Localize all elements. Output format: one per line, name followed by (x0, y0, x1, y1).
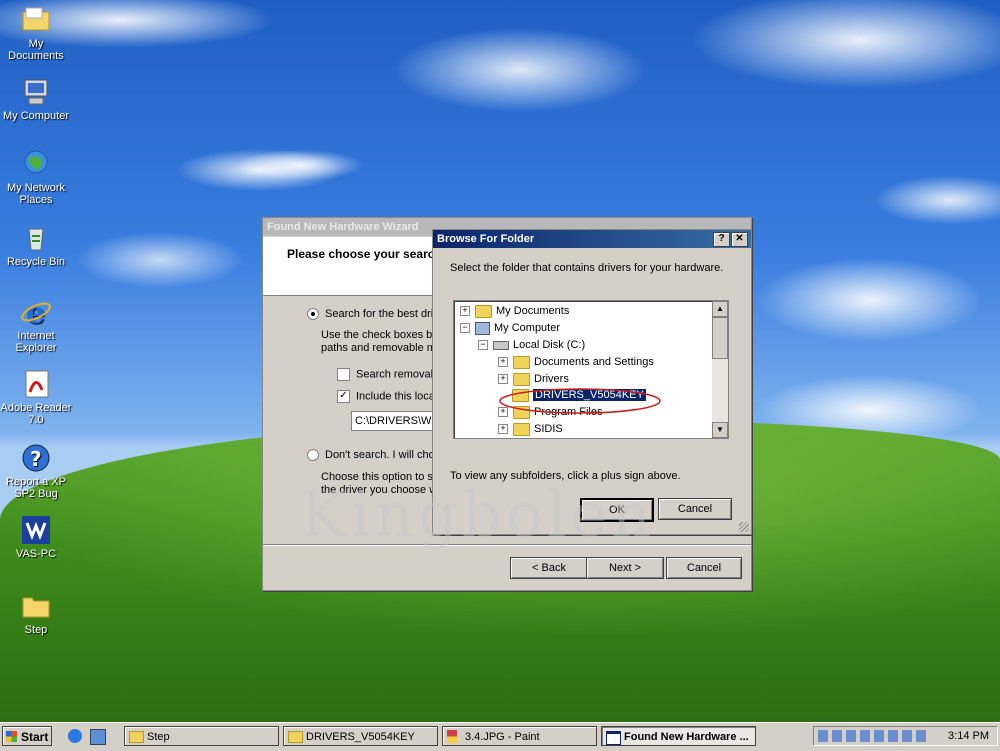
close-button[interactable]: ✕ (731, 232, 748, 247)
expand-icon: + (460, 306, 470, 317)
help-button[interactable]: ? (713, 232, 730, 247)
desktop-icon-recycle-bin[interactable]: Recycle Bin (0, 222, 72, 268)
desktop-icon-adobe-reader[interactable]: Adobe Reader 7.0 (0, 368, 72, 426)
back-button[interactable]: < Back (510, 557, 588, 579)
folder-icon (129, 731, 144, 743)
folder-icon (20, 4, 52, 36)
expand-icon: + (498, 357, 508, 368)
taskbar: Start Step DRIVERS_V5054KEY 3.4.JPG - Pa… (0, 722, 1000, 751)
desktop-icon-label: Step (24, 624, 48, 636)
browse-cancel-button[interactable]: Cancel (658, 498, 732, 520)
desktop-icon-label: Adobe Reader 7.0 (0, 402, 72, 426)
svg-text:e: e (26, 296, 45, 328)
radio-icon (307, 449, 319, 462)
expand-icon: + (498, 424, 508, 435)
radio-icon (307, 308, 319, 321)
checkbox-include-location[interactable]: ✓ Include this locat (337, 390, 438, 403)
system-tray: 3:14 PM (813, 726, 998, 746)
desktop-icon-label: VAS-PC (15, 548, 57, 560)
paint-icon (447, 730, 457, 743)
checkbox-icon (337, 368, 350, 381)
tree-item-documents-and-settings[interactable]: + Documents and Settings (498, 354, 654, 370)
collapse-icon: − (460, 323, 470, 334)
help-icon: ? (20, 442, 52, 474)
window-icon (606, 731, 621, 745)
folder-icon (20, 590, 52, 622)
start-button[interactable]: Start (2, 726, 52, 746)
adobe-reader-icon (20, 368, 52, 400)
desktop-icon-label: My Computer (2, 110, 70, 122)
desktop-icon-report-bug[interactable]: ? Report a XP SP2 Bug (0, 442, 72, 500)
tree-item-sidis[interactable]: + SIDIS (498, 421, 563, 437)
tray-icons[interactable] (818, 730, 930, 742)
desktop-icon-label: Internet Explorer (15, 330, 57, 354)
collapse-icon: − (478, 340, 488, 351)
desktop-icon-my-documents[interactable]: My Documents (0, 4, 72, 62)
folder-icon (513, 422, 530, 436)
radio-search-best[interactable]: Search for the best driv (307, 308, 439, 321)
network-icon (20, 148, 52, 180)
watermark: Kingbolen (300, 478, 656, 551)
desktop-icon-my-computer[interactable]: My Computer (0, 76, 72, 122)
tree-scrollbar[interactable]: ▲ ▼ (712, 301, 728, 438)
desktop-icon-label: Report a XP SP2 Bug (6, 476, 66, 500)
scroll-down-icon[interactable]: ▼ (712, 422, 728, 438)
browse-instruction: Select the folder that contains drivers … (450, 262, 724, 274)
tree-item-my-computer[interactable]: − My Computer (460, 320, 560, 336)
checkbox-search-removable[interactable]: Search removabl (337, 368, 439, 381)
wizard-heading: Please choose your searc (287, 247, 435, 261)
radio-dont-search[interactable]: Don't search. I will choo (307, 449, 441, 462)
search-description: Use the check boxes be paths and removab… (321, 329, 443, 354)
tree-item-drivers[interactable]: + Drivers (498, 371, 569, 387)
wizard-cancel-button[interactable]: Cancel (666, 557, 742, 579)
desktop-icon-my-network-places[interactable]: My Network Places (0, 148, 72, 206)
annotation-ellipse (499, 388, 661, 414)
task-found-new-hardware[interactable]: Found New Hardware ... (601, 726, 756, 746)
computer-icon (20, 76, 52, 108)
vas-pc-icon (20, 514, 52, 546)
desktop-icon-step[interactable]: Step (0, 590, 72, 636)
desktop-icon-label: My Documents (8, 38, 64, 62)
tree-item-my-documents[interactable]: + My Documents (460, 303, 569, 319)
drive-icon (493, 340, 509, 350)
task-drivers-v5054key[interactable]: DRIVERS_V5054KEY (283, 726, 438, 746)
next-button[interactable]: Next > (586, 557, 664, 579)
folder-tree[interactable]: + My Documents − My Computer − Local Disk (… (453, 300, 729, 439)
desktop-icon-label: My Network Places (6, 182, 66, 206)
windows-logo-icon (6, 731, 17, 742)
scroll-up-icon[interactable]: ▲ (712, 301, 728, 317)
task-paint[interactable]: 3.4.JPG - Paint (442, 726, 597, 746)
scroll-thumb[interactable] (712, 317, 728, 359)
svg-text:?: ? (30, 447, 42, 471)
checkmark-icon: ✓ (337, 390, 350, 403)
expand-icon: + (498, 374, 508, 385)
desktop-icon-vas-pc[interactable]: VAS-PC (0, 514, 72, 560)
folder-icon (513, 355, 530, 369)
folder-icon (288, 731, 303, 743)
desktop-icon-internet-explorer[interactable]: e Internet Explorer (0, 296, 72, 354)
task-step[interactable]: Step (124, 726, 279, 746)
resize-grip[interactable] (739, 522, 749, 532)
ie-quicklaunch-icon[interactable] (68, 729, 82, 743)
clock[interactable]: 3:14 PM (948, 727, 989, 745)
recycle-bin-icon (20, 222, 52, 254)
tree-item-local-disk[interactable]: − Local Disk (C:) (478, 337, 585, 353)
internet-explorer-icon: e (20, 296, 52, 331)
folder-icon (513, 372, 530, 386)
desktop-quicklaunch-icon[interactable] (90, 729, 106, 745)
folder-icon (475, 304, 492, 318)
browse-title: Browse For Folder (433, 230, 751, 248)
computer-icon (475, 321, 490, 335)
desktop-icon-label: Recycle Bin (6, 256, 66, 268)
